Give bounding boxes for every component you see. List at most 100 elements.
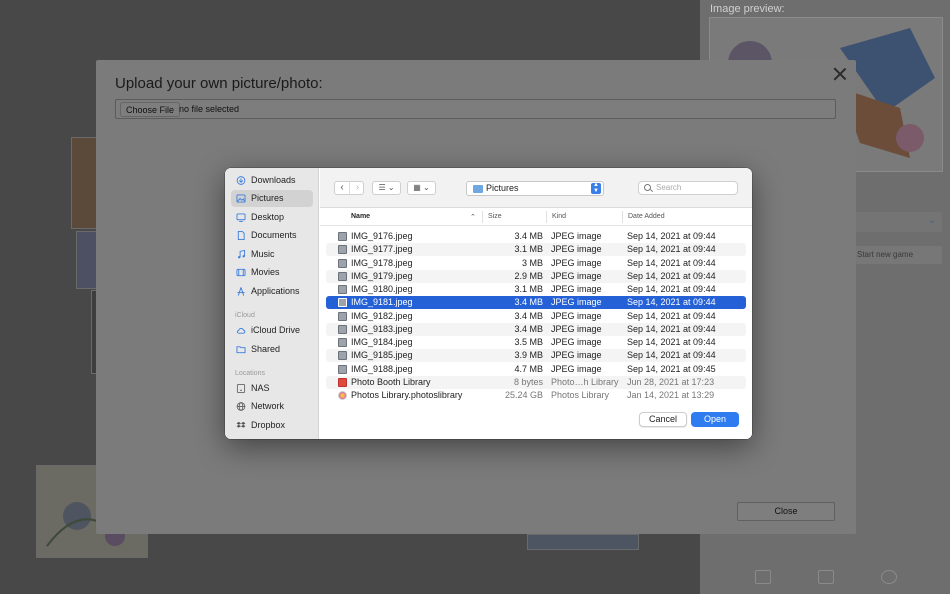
file-size: 2.9 MB: [514, 270, 543, 281]
file-date-added: Sep 14, 2021 at 09:44: [627, 244, 716, 255]
file-row[interactable]: IMG_9177.jpeg 3.1 MB JPEG image Sep 14, 202…: [326, 243, 746, 257]
list-view-button[interactable]: ☰ ⌄: [372, 181, 401, 195]
file-row[interactable]: IMG_9185.jpeg 3.9 MB JPEG image Sep 14, 202…: [326, 349, 746, 363]
popup-stepper-icon: ▲ ▼: [591, 182, 601, 194]
image-file-icon: [338, 285, 347, 294]
navigation-buttons: ‹ ›: [334, 181, 364, 195]
grid-view-button[interactable]: ▦ ⌄: [407, 181, 436, 195]
music-icon: [238, 250, 246, 259]
file-name: IMG_9177.jpeg: [351, 244, 413, 255]
folder-icon[interactable]: [818, 570, 834, 584]
image-file-icon: [338, 298, 347, 308]
file-row[interactable]: IMG_9182.jpeg 3.4 MB JPEG image Sep 14, 202…: [326, 310, 746, 323]
choose-file-button[interactable]: Choose File: [120, 102, 181, 117]
file-date-added: Sep 14, 2021 at 09:44: [627, 270, 716, 281]
file-row[interactable]: Photos Library.photoslibrary 25.24 GB Phot…: [326, 389, 746, 402]
settings-icon[interactable]: [881, 570, 897, 584]
sidebar-item-documents[interactable]: Documents: [231, 227, 313, 244]
dialog-toolbar: ‹ › ☰ ⌄ ▦ ⌄ Pictures ▲ ▼ Search: [320, 168, 752, 208]
column-divider[interactable]: [622, 211, 623, 223]
file-size: 3.4 MB: [514, 323, 543, 334]
open-button[interactable]: Open: [691, 412, 739, 427]
column-size[interactable]: Size: [488, 213, 502, 220]
folder-icon: [473, 185, 483, 193]
image-file-icon: [338, 232, 347, 241]
file-row[interactable]: IMG_9183.jpeg 3.4 MB JPEG image Sep 14, 202…: [326, 322, 746, 336]
file-size: 3.1 MB: [514, 244, 543, 255]
file-kind: JPEG image: [551, 284, 602, 294]
file-kind: JPEG image: [551, 231, 602, 241]
file-input[interactable]: Choose File no file selected: [115, 99, 836, 119]
file-row[interactable]: Photo Booth Library 8 bytes Photo…h Librar…: [326, 375, 746, 389]
file-date-added: Sep 14, 2021 at 09:44: [627, 323, 716, 334]
file-kind: JPEG image: [551, 270, 602, 281]
search-icon: [644, 184, 651, 191]
movies-icon: [236, 268, 246, 277]
sidebar-item-applications[interactable]: Applications: [231, 283, 313, 300]
sidebar-item-nas[interactable]: NAS: [231, 380, 313, 397]
image-file-icon: [338, 258, 347, 268]
applications-icon: [237, 287, 245, 296]
file-kind: JPEG image: [551, 363, 602, 374]
sidebar-item-shared[interactable]: Shared: [231, 341, 313, 358]
forward-button[interactable]: ›: [350, 182, 365, 194]
sidebar-item-downloads[interactable]: Downloads: [231, 172, 313, 189]
sidebar-item-dropbox[interactable]: Dropbox: [231, 417, 313, 434]
column-name[interactable]: Name: [351, 213, 370, 220]
dialog-footer: Cancel Open: [320, 408, 752, 439]
sidebar-item-movies[interactable]: Movies: [231, 264, 313, 281]
file-row[interactable]: IMG_9176.jpeg 3.4 MB JPEG image Sep 14, 202…: [326, 230, 746, 243]
file-name: IMG_9179.jpeg: [351, 270, 413, 281]
sidebar-section-icloud: iCloud: [235, 312, 255, 319]
file-kind: Photos Library: [551, 390, 610, 400]
sidebar-item-music[interactable]: Music: [231, 246, 313, 263]
file-size: 3.9 MB: [514, 350, 543, 361]
file-name: IMG_9178.jpeg: [351, 257, 413, 268]
file-size: 8 bytes: [513, 376, 543, 387]
file-date-added: Jan 14, 2021 at 13:29: [627, 390, 715, 400]
image-icon[interactable]: [755, 570, 771, 584]
file-date-added: Jun 28, 2021 at 17:23: [627, 376, 715, 387]
file-date-added: Sep 14, 2021 at 09:44: [627, 284, 716, 294]
sidebar-item-icloud-drive[interactable]: iCloud Drive: [231, 322, 313, 339]
close-button[interactable]: Close: [737, 502, 835, 521]
column-kind[interactable]: Kind: [552, 213, 566, 220]
column-date-added[interactable]: Date Added: [628, 213, 665, 220]
file-kind: JPEG image: [551, 350, 602, 361]
file-kind: JPEG image: [551, 310, 602, 321]
sidebar-item-network[interactable]: Network: [231, 398, 313, 415]
sidebar-item-label: Desktop: [251, 212, 285, 222]
search-field[interactable]: Search: [638, 181, 738, 195]
sidebar-item-label: Network: [251, 401, 285, 411]
file-row[interactable]: IMG_9180.jpeg 3.1 MB JPEG image Sep 14, 202…: [326, 283, 746, 296]
puzzle-piece[interactable]: [71, 137, 97, 229]
sidebar-item-label: Music: [251, 249, 275, 259]
sidebar-item-desktop[interactable]: Desktop: [231, 209, 313, 226]
file-date-added: Sep 14, 2021 at 09:44: [627, 337, 716, 347]
image-file-icon: [338, 351, 347, 361]
column-divider[interactable]: [546, 211, 547, 223]
file-size: 25.24 GB: [504, 390, 543, 400]
column-divider[interactable]: [482, 211, 483, 223]
file-row[interactable]: IMG_9181.jpeg 3.4 MB JPEG image Sep 14, 202…: [326, 296, 746, 310]
file-row[interactable]: IMG_9188.jpeg 4.7 MB JPEG image Sep 14, 202…: [326, 363, 746, 376]
back-button[interactable]: ‹: [335, 182, 350, 194]
sidebar-item-label: Shared: [251, 344, 281, 354]
dialog-sidebar: Downloads Pictures Desktop Documents Mus…: [225, 168, 319, 439]
photo-booth-icon: [338, 377, 347, 387]
file-size: 3.5 MB: [514, 337, 543, 347]
close-icon[interactable]: [832, 66, 848, 82]
puzzle-piece[interactable]: [76, 231, 98, 289]
location-popup[interactable]: Pictures ▲ ▼: [466, 181, 604, 196]
pictures-icon: [236, 194, 246, 203]
file-kind: JPEG image: [551, 297, 602, 308]
file-row[interactable]: IMG_9184.jpeg 3.5 MB JPEG image Sep 14, 202…: [326, 336, 746, 349]
sidebar-item-pictures[interactable]: Pictures: [231, 190, 313, 207]
file-row[interactable]: IMG_9178.jpeg 3 MB JPEG image Sep 14, 2021 …: [326, 257, 746, 270]
puzzle-piece[interactable]: [527, 534, 639, 550]
cancel-button[interactable]: Cancel: [639, 412, 687, 427]
sidebar-item-label: Movies: [251, 267, 280, 277]
file-row[interactable]: IMG_9179.jpeg 2.9 MB JPEG image Sep 14, 202…: [326, 269, 746, 283]
image-file-icon: [338, 338, 347, 347]
shared-folder-icon: [236, 346, 246, 354]
